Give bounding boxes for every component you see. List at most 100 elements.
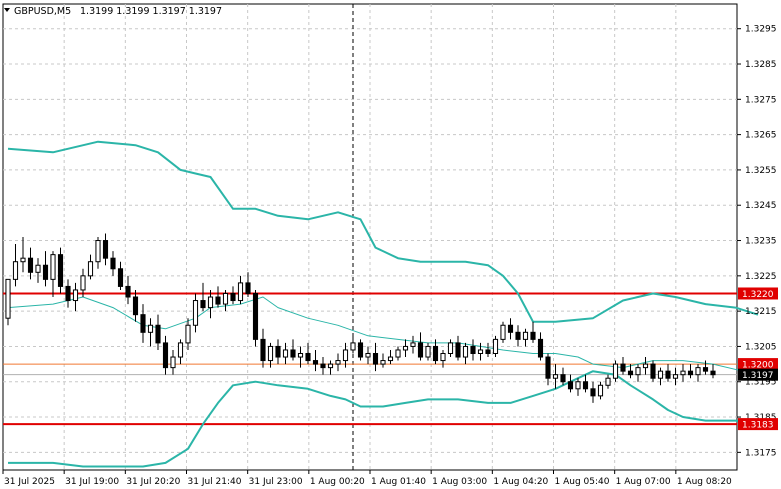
candle-body [492, 338, 499, 354]
time-tick-label: 1 Aug 01:40 [371, 477, 426, 487]
price-chart[interactable]: 1.3295 1.3285 1.3275 1.3265 1.3255 1.3245 1.32… [0, 0, 781, 489]
candle-body [95, 240, 101, 263]
candle-body [680, 370, 686, 376]
candle-body [552, 374, 559, 379]
time-tick-label: 31 Jul 20:20 [126, 477, 180, 487]
price-tick-label: 1.3245 [745, 201, 777, 211]
candle-body [635, 367, 641, 376]
candle-body [5, 278, 11, 319]
candle-body [312, 360, 319, 365]
candle-body [590, 388, 596, 397]
candle-body [372, 353, 379, 365]
candle-body [537, 338, 544, 358]
price-tick-label: 1.3285 [745, 60, 777, 70]
candle-body [185, 324, 191, 344]
candle-body [50, 254, 56, 280]
candle-body [260, 338, 266, 362]
candle-body [132, 296, 139, 316]
candle-body [477, 349, 484, 354]
time-tick-label: 1 Aug 08:20 [677, 477, 732, 487]
candle[interactable] [57, 247, 64, 294]
candle[interactable] [612, 360, 619, 382]
candle-body [155, 324, 161, 344]
candle-body [395, 349, 401, 358]
candle-body [462, 345, 469, 358]
price-tick-label: 1.3215 [745, 307, 777, 317]
candle-body [582, 381, 589, 390]
candle-body [215, 296, 221, 305]
candle-body [72, 289, 79, 302]
candle-body [417, 342, 424, 358]
candle-body [432, 345, 439, 362]
price-tick-label: 1.3235 [745, 237, 777, 247]
candle[interactable] [5, 278, 11, 326]
time-tick-label: 1 Aug 04:20 [493, 477, 548, 487]
time-tick-label: 31 Jul 23:00 [249, 477, 303, 487]
candle-body [267, 345, 274, 362]
candle-body [560, 374, 566, 383]
candle-body [327, 363, 334, 369]
candle-body [665, 370, 671, 379]
candle-body [485, 349, 491, 354]
candle-body [357, 342, 364, 358]
candle-body [42, 264, 49, 280]
candle-body [455, 342, 461, 358]
candle-body [200, 300, 206, 309]
candle-body [642, 363, 649, 369]
candle-body [12, 261, 19, 280]
candle-body [530, 331, 536, 340]
chart-window[interactable]: 1.3295 1.3285 1.3275 1.3265 1.3255 1.3245 1.32… [0, 0, 781, 489]
candle-body [567, 381, 574, 390]
candle-body [282, 349, 289, 358]
candle-body [80, 275, 86, 291]
candle-body [275, 345, 281, 358]
candle-body [605, 377, 611, 386]
candle[interactable] [252, 289, 259, 347]
candle-body [290, 349, 296, 358]
candle-body [545, 356, 551, 379]
candle-body [500, 324, 506, 340]
candle-body [365, 353, 371, 358]
candle-body [110, 257, 116, 270]
time-tick-label: 31 Jul 21:40 [188, 477, 242, 487]
candle-body [440, 353, 446, 362]
candle-body [687, 370, 694, 376]
time-tick-label: 1 Aug 03:00 [432, 477, 487, 487]
price-tick-label: 1.3255 [745, 166, 777, 176]
time-tick-label: 1 Aug 05:40 [555, 477, 610, 487]
candle-body [237, 282, 244, 302]
candle[interactable] [357, 339, 364, 361]
candle-body [507, 324, 514, 333]
candle-body [612, 363, 619, 379]
candle-body [305, 353, 311, 362]
candle-body [230, 292, 236, 302]
candle-body [627, 370, 634, 376]
time-tick-label: 1 Aug 07:00 [616, 477, 671, 487]
candle-body [147, 324, 154, 333]
candle-body [102, 240, 109, 259]
chart-header: GBPUSD,M5 1.3199 1.3199 1.3197 1.3197 [4, 6, 222, 17]
candle-body [380, 360, 386, 365]
time-tick-label: 1 Aug 00:20 [310, 477, 365, 487]
candle-body [710, 370, 716, 376]
candle-body [522, 331, 529, 340]
price-tick-label: 1.3225 [745, 272, 777, 282]
candle-body [177, 342, 184, 358]
candle-body [117, 268, 124, 287]
candle[interactable] [500, 321, 506, 343]
candle-body [222, 292, 229, 305]
candle-body [65, 285, 71, 302]
chart-background [0, 0, 781, 489]
level-price-label: 1.3220 [742, 290, 774, 300]
candle-body [35, 264, 41, 273]
candle-body [410, 342, 416, 347]
candle-body [620, 363, 626, 372]
candle-body [597, 384, 604, 397]
candle-body [650, 363, 656, 379]
candle[interactable] [650, 360, 656, 382]
candle-body [335, 360, 341, 365]
candle-body [575, 381, 581, 390]
bid-price-label: 1.3197 [742, 371, 774, 381]
candle[interactable] [492, 335, 499, 358]
candle-body [702, 367, 709, 372]
